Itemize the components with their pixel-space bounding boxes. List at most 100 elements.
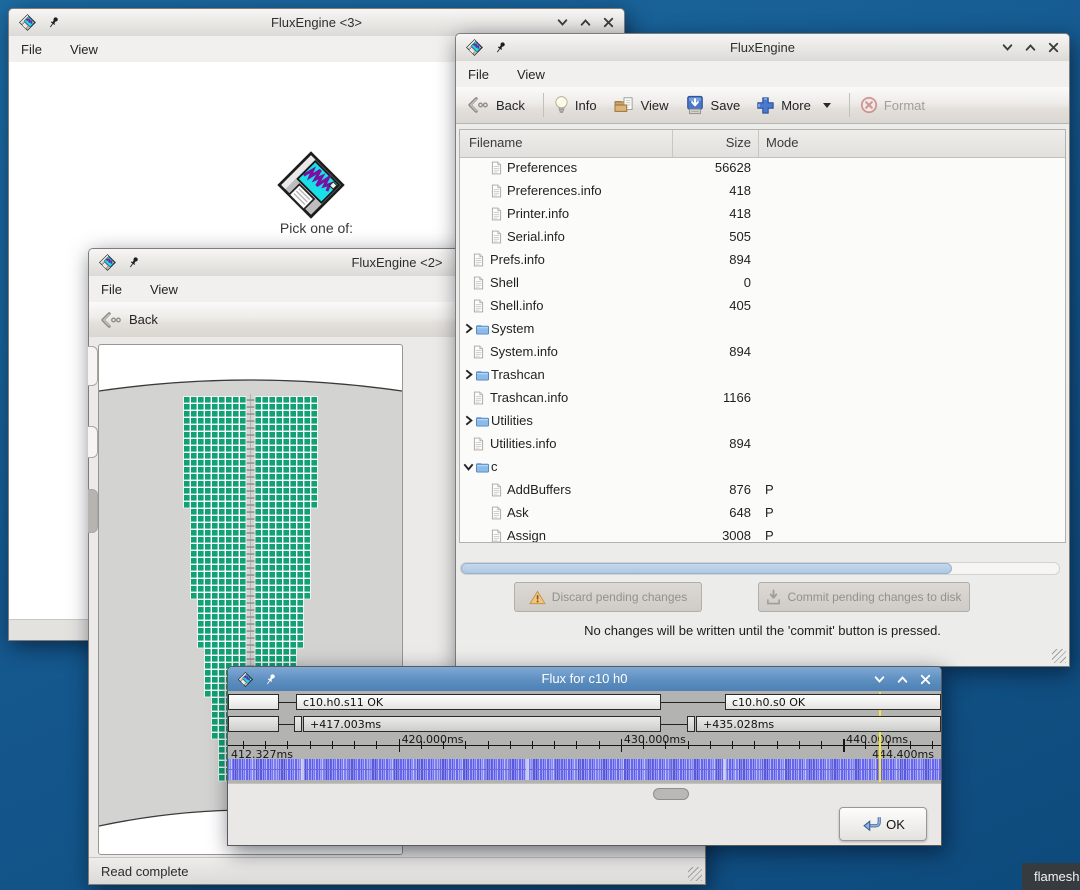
ruler-tick xyxy=(621,739,623,752)
back-button[interactable]: Back xyxy=(99,311,158,329)
column-mode[interactable]: Mode xyxy=(766,135,799,150)
menu-view[interactable]: View xyxy=(150,282,178,297)
window-title: Flux for c10 h0 xyxy=(288,671,881,686)
file-size: 418 xyxy=(673,183,751,198)
close-button[interactable] xyxy=(603,17,614,28)
chevron-down-icon[interactable] xyxy=(463,461,474,472)
table-header[interactable]: Filename Size Mode xyxy=(460,130,1065,158)
table-row[interactable]: Assign3008P xyxy=(460,525,1065,542)
close-button[interactable] xyxy=(1048,42,1059,53)
maximize-button[interactable] xyxy=(897,674,908,685)
table-row[interactable]: Ask648P xyxy=(460,502,1065,525)
resize-grip[interactable] xyxy=(1052,649,1066,663)
table-row[interactable]: Preferences.info418 xyxy=(460,180,1065,203)
table-row[interactable]: Trashcan xyxy=(460,364,1065,387)
column-size[interactable]: Size xyxy=(673,135,751,150)
taskbar-item-flameshot[interactable]: flamesh xyxy=(1022,863,1080,890)
close-button[interactable] xyxy=(920,674,931,685)
folder-icon xyxy=(475,460,490,473)
menu-view[interactable]: View xyxy=(517,67,545,82)
ruler-major-label: 420.000ms xyxy=(402,733,464,746)
menu-file[interactable]: File xyxy=(101,282,122,297)
file-name: Shell xyxy=(490,275,519,290)
save-button[interactable]: Save xyxy=(685,95,741,115)
chevron-right-icon[interactable] xyxy=(463,369,474,380)
file-size: 1166 xyxy=(673,390,751,405)
ruler-tick xyxy=(310,741,311,749)
clipped-control xyxy=(88,489,98,533)
titlebar[interactable]: FluxEngine xyxy=(456,34,1069,62)
table-row[interactable]: c xyxy=(460,456,1065,479)
pin-icon[interactable] xyxy=(47,16,60,29)
file-icon xyxy=(491,230,502,244)
back-button[interactable]: Back xyxy=(466,96,525,114)
horizontal-scrollbar[interactable] xyxy=(460,562,1060,575)
maximize-button[interactable] xyxy=(1025,42,1036,53)
info-button[interactable]: Info xyxy=(554,95,597,115)
view-button[interactable]: View xyxy=(613,96,669,114)
table-row[interactable]: Utilities xyxy=(460,410,1065,433)
table-row[interactable]: Shell.info405 xyxy=(460,295,1065,318)
file-table: Filename Size Mode Preferences56628Prefe… xyxy=(459,129,1066,543)
file-size: 894 xyxy=(673,436,751,451)
ruler-tick xyxy=(332,741,333,749)
ruler-tick xyxy=(799,741,800,749)
chevron-down-icon[interactable] xyxy=(823,103,831,108)
pin-icon[interactable] xyxy=(264,673,277,686)
menu-view[interactable]: View xyxy=(70,42,98,57)
table-row[interactable]: Printer.info418 xyxy=(460,203,1065,226)
table-row[interactable]: System.info894 xyxy=(460,341,1065,364)
file-icon xyxy=(491,161,502,175)
ruler-tick xyxy=(532,741,533,749)
pin-icon[interactable] xyxy=(127,256,140,269)
table-row[interactable]: System xyxy=(460,318,1065,341)
toolbar-separator xyxy=(543,93,544,117)
table-row[interactable]: AddBuffers876P xyxy=(460,479,1065,502)
table-row[interactable]: Shell0 xyxy=(460,272,1065,295)
ruler-tick xyxy=(399,739,401,752)
table-row[interactable]: Prefs.info894 xyxy=(460,249,1065,272)
flux-band-shade xyxy=(228,770,941,780)
folder-icon xyxy=(475,368,490,381)
chevron-right-icon[interactable] xyxy=(463,323,474,334)
flux-view[interactable]: 420.000ms430.000ms440.000ms412.327ms444.… xyxy=(228,691,941,783)
file-size: 3008 xyxy=(673,528,751,542)
column-filename[interactable]: Filename xyxy=(469,135,522,150)
table-row[interactable]: Trashcan.info1166 xyxy=(460,387,1065,410)
back-icon xyxy=(99,311,123,329)
menu-file[interactable]: File xyxy=(21,42,42,57)
minimize-button[interactable] xyxy=(1002,42,1013,53)
file-name: System.info xyxy=(490,344,558,359)
commit-pending-button[interactable]: Commit pending changes to disk xyxy=(758,582,970,612)
splitter-handle[interactable] xyxy=(653,788,689,800)
table-row[interactable]: Utilities.info894 xyxy=(460,433,1065,456)
sector-status-box: c10.h0.s0 OK xyxy=(725,694,941,710)
chevron-right-icon[interactable] xyxy=(463,415,474,426)
format-button[interactable]: Format xyxy=(860,96,925,114)
fluxengine-logo-icon xyxy=(237,671,254,688)
titlebar[interactable]: Flux for c10 h0 xyxy=(228,667,941,692)
sector-offset-box: +417.003ms xyxy=(303,716,661,732)
minimize-button[interactable] xyxy=(557,17,568,28)
file-size: 876 xyxy=(673,482,751,497)
minimize-button[interactable] xyxy=(874,674,885,685)
sector-gap xyxy=(723,759,726,780)
table-row[interactable]: Serial.info505 xyxy=(460,226,1065,249)
discard-pending-button[interactable]: Discard pending changes xyxy=(514,582,702,612)
more-button[interactable]: More xyxy=(756,96,831,115)
fluxengine-logo-icon xyxy=(465,38,484,57)
maximize-button[interactable] xyxy=(580,17,591,28)
resize-grip[interactable] xyxy=(688,867,702,881)
sector-offset-box xyxy=(228,716,279,732)
file-icon xyxy=(473,391,484,405)
sector-gap xyxy=(301,759,304,780)
connector-line xyxy=(279,724,294,725)
file-name: Utilities xyxy=(491,413,533,428)
pin-icon[interactable] xyxy=(494,41,507,54)
menu-file[interactable]: File xyxy=(468,67,489,82)
scrollbar-thumb[interactable] xyxy=(461,563,952,574)
clipped-control xyxy=(88,426,98,458)
save-icon xyxy=(685,95,705,115)
table-row[interactable]: Preferences56628 xyxy=(460,157,1065,180)
ok-button[interactable]: OK xyxy=(839,807,927,841)
